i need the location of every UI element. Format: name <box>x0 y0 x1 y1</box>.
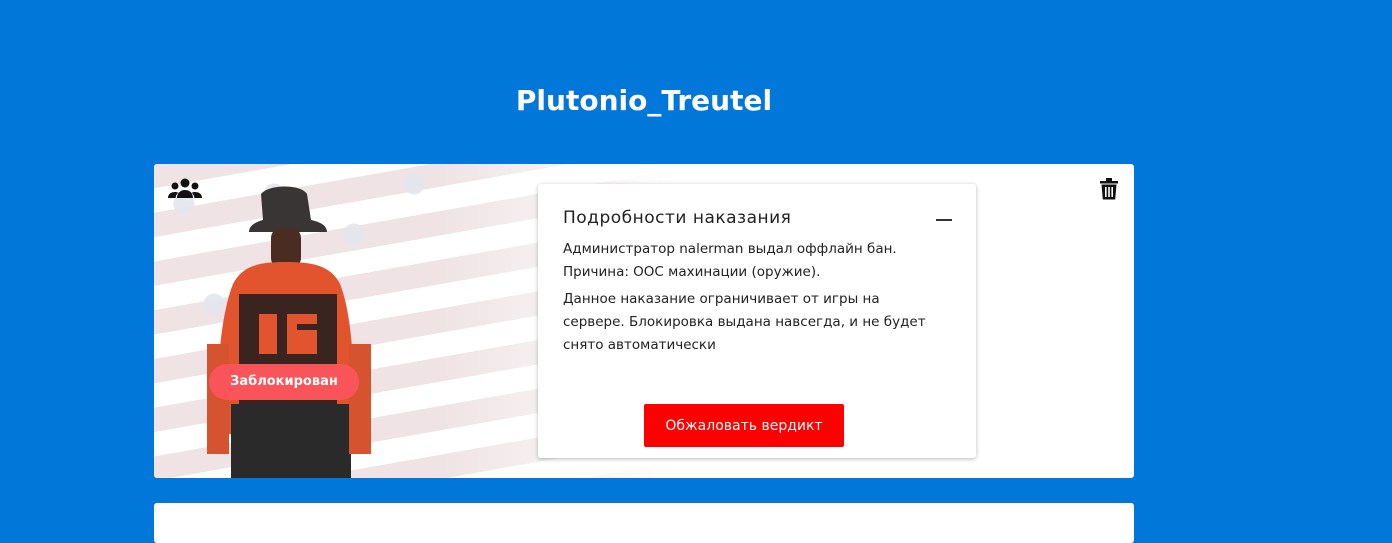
status-badge: Заблокирован <box>209 364 359 400</box>
users-group-icon[interactable] <box>168 178 202 200</box>
page-title: Plutonio_Treutel <box>515 84 773 117</box>
details-line-reason: Причина: OOC махинации (оружие). <box>563 264 821 280</box>
character-skin-image <box>207 186 371 478</box>
minus-icon[interactable] <box>936 219 952 221</box>
details-text: Администратор nalerman выдал оффлайн бан… <box>563 238 943 361</box>
appeal-button[interactable]: Обжаловать вердикт <box>644 404 844 447</box>
details-line-admin: Администратор nalerman выдал оффлайн бан… <box>563 241 897 257</box>
details-description: Данное наказание ограничивает от игры на… <box>563 291 926 353</box>
punishment-card: Заблокирован Подробности наказания Админ… <box>154 164 1134 478</box>
secondary-card <box>154 503 1134 543</box>
details-title: Подробности наказания <box>563 208 792 228</box>
punishment-details-panel: Подробности наказания Администратор nale… <box>538 184 976 458</box>
trash-icon[interactable] <box>1100 178 1118 200</box>
